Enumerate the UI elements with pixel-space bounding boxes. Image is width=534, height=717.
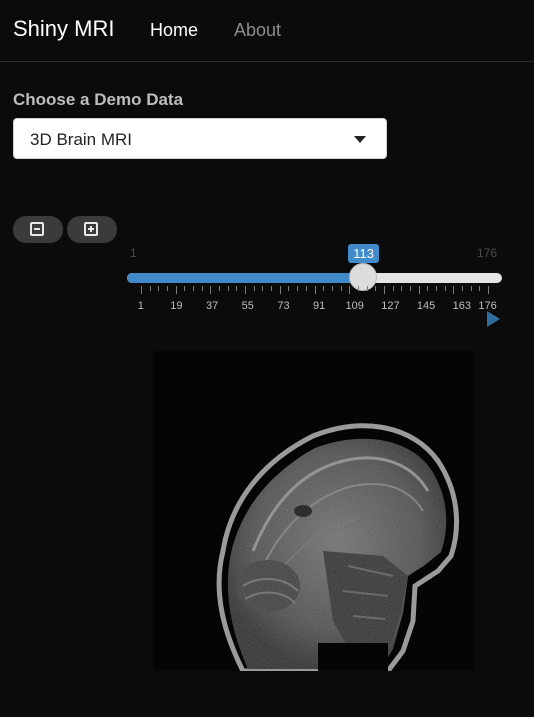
zoom-in-button[interactable] bbox=[67, 216, 117, 243]
slider-tick-label: 73 bbox=[277, 300, 290, 312]
slider-tick bbox=[479, 286, 481, 291]
slider-tick bbox=[297, 286, 299, 291]
slider-tick-label: 145 bbox=[416, 300, 436, 312]
slider-tick bbox=[201, 286, 203, 291]
slider-tick bbox=[461, 286, 463, 291]
slider-min-label: 1 bbox=[130, 246, 137, 260]
slider-tick bbox=[305, 286, 307, 291]
slider-tick bbox=[175, 286, 177, 294]
slider-tick bbox=[435, 286, 437, 291]
slider-tick bbox=[392, 286, 394, 291]
slider-tick bbox=[314, 286, 316, 294]
slider-tick bbox=[383, 286, 385, 294]
slider-tick bbox=[158, 286, 160, 291]
demo-data-select[interactable]: 3D Brain MRI bbox=[13, 118, 387, 159]
slider-tick bbox=[444, 286, 446, 291]
nav-item-about[interactable]: About bbox=[234, 20, 281, 41]
slider-tick bbox=[366, 286, 368, 291]
slider-max-label: 176 bbox=[477, 246, 498, 260]
slider-tick bbox=[409, 286, 411, 291]
slider-tick-label: 127 bbox=[381, 300, 400, 312]
slider-tick bbox=[253, 286, 255, 291]
slider-tick-label: 91 bbox=[313, 300, 326, 312]
slider-tick bbox=[357, 286, 359, 291]
slider-tick-label: 163 bbox=[452, 300, 471, 312]
demo-data-label: Choose a Demo Data bbox=[13, 90, 184, 109]
navbar-brand[interactable]: Shiny MRI bbox=[13, 16, 114, 42]
slider-fill bbox=[127, 273, 364, 283]
slider-tick-label: 55 bbox=[241, 300, 254, 312]
slider-tick bbox=[323, 286, 325, 291]
slider-tick bbox=[271, 286, 273, 291]
demo-data-select-value: 3D Brain MRI bbox=[30, 130, 133, 149]
plus-square-icon bbox=[84, 222, 98, 236]
slider-tick bbox=[470, 286, 472, 291]
navbar: Shiny MRI Home About bbox=[0, 0, 534, 62]
slider-tick bbox=[227, 286, 229, 291]
slider-handle[interactable] bbox=[349, 263, 378, 291]
slider-tick bbox=[141, 286, 142, 294]
mri-slice-image bbox=[153, 351, 474, 674]
slider-tick bbox=[340, 286, 342, 291]
slider-tick bbox=[219, 286, 221, 291]
slider-tick-label: 19 bbox=[170, 300, 183, 312]
nav-item-home[interactable]: Home bbox=[150, 20, 198, 41]
slider-tick bbox=[193, 286, 195, 291]
slider-tick bbox=[184, 286, 186, 291]
slider-tick bbox=[453, 286, 455, 294]
slider-tick bbox=[167, 286, 169, 291]
slider-tick bbox=[279, 286, 281, 294]
slider-value-bubble: 113 bbox=[348, 244, 380, 263]
slider-tick bbox=[236, 286, 238, 291]
slider-tick-label: 109 bbox=[345, 300, 364, 312]
slider-tick bbox=[401, 286, 403, 291]
slider-tick bbox=[349, 286, 351, 294]
slider-tick bbox=[427, 286, 429, 291]
slider-tick bbox=[375, 286, 377, 291]
zoom-out-button[interactable] bbox=[13, 216, 63, 243]
mri-sagittal-slice bbox=[216, 423, 460, 674]
slider-tick bbox=[488, 286, 489, 294]
caret-down-icon bbox=[354, 136, 366, 143]
play-icon[interactable] bbox=[487, 311, 500, 327]
slider-tick bbox=[245, 286, 247, 294]
slider-tick-label: 37 bbox=[205, 300, 219, 312]
slider-tick bbox=[262, 286, 264, 291]
minus-square-icon bbox=[30, 222, 44, 236]
slider-tick bbox=[149, 286, 151, 291]
slider-tick bbox=[418, 286, 420, 294]
slider-tick bbox=[331, 286, 333, 291]
slider-track[interactable] bbox=[127, 273, 502, 283]
slider-tick bbox=[288, 286, 290, 291]
slider-tick bbox=[210, 286, 212, 294]
slider-tick-label: 1 bbox=[137, 300, 144, 312]
